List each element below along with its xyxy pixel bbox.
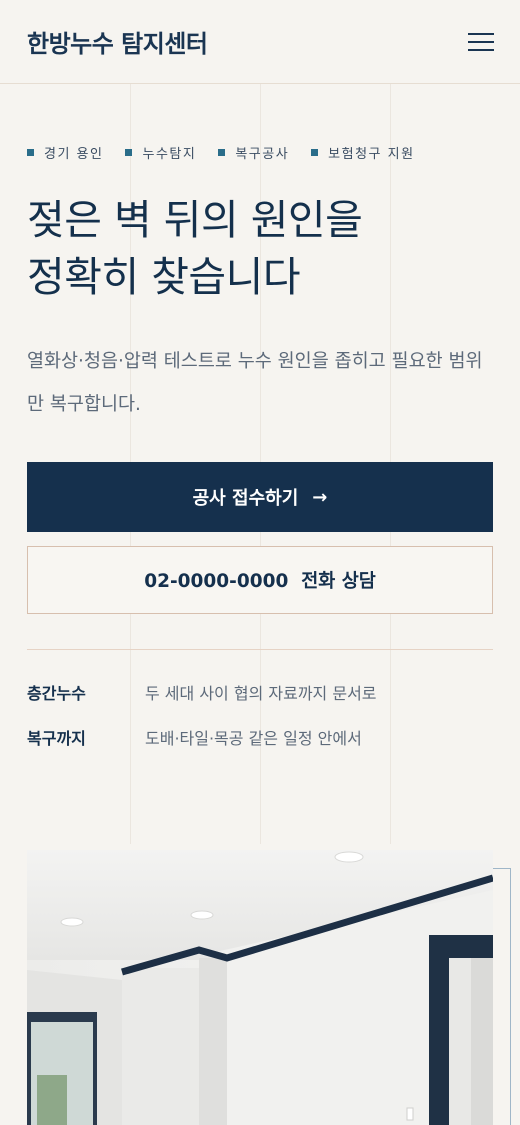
info-label: 복구까지	[27, 729, 86, 748]
tag-item: 누수탐지	[125, 143, 196, 162]
interior-room-photo	[27, 850, 493, 1125]
square-bullet-icon	[218, 149, 226, 156]
hamburger-menu-icon[interactable]	[468, 32, 494, 52]
square-bullet-icon	[125, 149, 133, 156]
submit-construction-button[interactable]: 공사 접수하기 →	[27, 462, 493, 532]
tag-item: 복구공사	[218, 143, 289, 162]
site-header: 한방누수 탐지센터	[0, 0, 520, 84]
phone-consult-label: 02-0000-0000 전화 상담	[144, 571, 376, 592]
info-row: 복구까지 도배·타일·목공 같은 일정 안에서	[27, 725, 362, 749]
site-logo[interactable]: 한방누수 탐지센터	[27, 24, 208, 59]
arrow-right-icon: →	[312, 486, 328, 508]
submit-construction-label: 공사 접수하기	[192, 488, 299, 509]
square-bullet-icon	[311, 149, 319, 156]
info-label: 층간누수	[27, 684, 86, 703]
tag-item: 보험청구 지원	[311, 143, 414, 162]
service-tags: 경기 용인 누수탐지 복구공사 보험청구 지원	[27, 143, 437, 162]
section-divider	[27, 649, 493, 650]
info-value: 도배·타일·목공 같은 일정 안에서	[145, 729, 362, 748]
info-value: 두 세대 사이 협의 자료까지 문서로	[145, 684, 377, 703]
hero-description: 열화상·청음·압력 테스트로 누수 원인을 좁히고 필요한 범위만 복구합니다.	[27, 351, 483, 415]
headline-line-2: 정확히 찾습니다	[27, 253, 301, 301]
headline-line-1: 젖은 벽 뒤의 원인을	[27, 196, 363, 244]
tag-item: 경기 용인	[27, 143, 103, 162]
square-bullet-icon	[27, 149, 34, 156]
phone-consult-button[interactable]: 02-0000-0000 전화 상담	[27, 546, 493, 614]
info-row: 층간누수 두 세대 사이 협의 자료까지 문서로	[27, 680, 377, 704]
hero-headline: 젖은 벽 뒤의 원인을 정확히 찾습니다	[27, 192, 363, 306]
